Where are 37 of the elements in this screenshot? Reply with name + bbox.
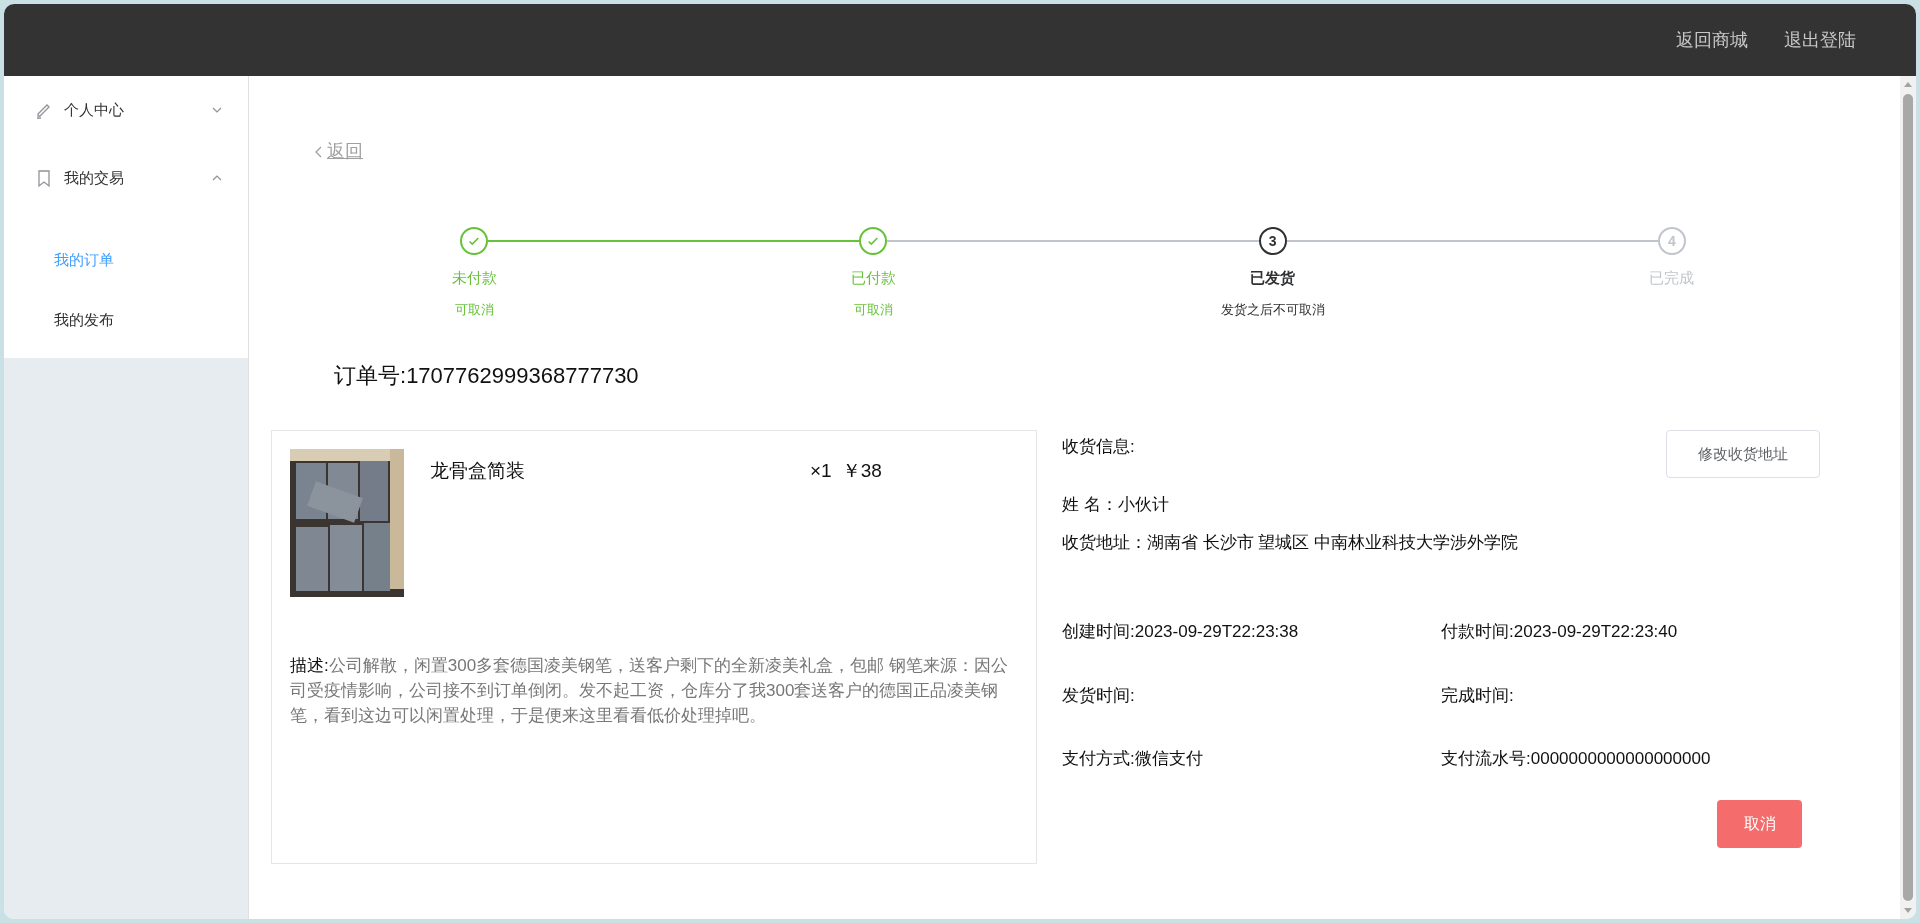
step-description: 发货之后不可取消 bbox=[1220, 300, 1325, 319]
menu-group[interactable]: 个人中心 bbox=[4, 76, 248, 144]
step-title: 已发货 bbox=[1250, 268, 1296, 288]
detail-label: 支付流水号: bbox=[1441, 748, 1531, 770]
menu-item[interactable]: 我的发布 bbox=[4, 290, 248, 350]
order-number: 1707762999368777730 bbox=[406, 362, 639, 390]
detail-label: 发货时间: bbox=[1062, 684, 1135, 707]
detail-label: 创建时间: bbox=[1062, 621, 1135, 643]
detail-value: 微信支付 bbox=[1134, 748, 1203, 770]
step-description: 可取消 bbox=[853, 300, 893, 319]
step-description: 可取消 bbox=[454, 300, 494, 319]
recipient-name: 姓 名：小伙计 bbox=[1062, 494, 1170, 516]
product-description: 描述:公司解散，闲置300多套德国凌美钢笔，送客户剩下的全新凌美礼盒，包邮 钢笔来源：因公司受疫情影响，公司接不到订单倒闭。发不起工资，仓库分了我300套送客户的德国正品凌美钢笔，看到这边可以闲置处理，于是便来这里看看低价处理掉吧。 bbox=[290, 655, 1009, 727]
scroll-down-icon[interactable] bbox=[1903, 907, 1913, 915]
header-link[interactable]: 退出登陆 bbox=[1784, 26, 1856, 54]
edit-address-button[interactable]: 修改收货地址 bbox=[1666, 430, 1820, 478]
order-number-label: 订单号: bbox=[334, 362, 407, 390]
section-title: 收货信息: bbox=[1062, 436, 1135, 458]
step-title: 已付款 bbox=[850, 268, 896, 288]
detail-label: 完成时间: bbox=[1441, 684, 1514, 707]
menu-label: 个人中心 bbox=[64, 99, 125, 120]
detail-label: 付款时间: bbox=[1441, 621, 1514, 643]
shipping-address: 收货地址：湖南省 长沙市 望城区 中南林业科技大学涉外学院 bbox=[1062, 531, 1520, 554]
product-quantity: ×1 bbox=[810, 459, 832, 483]
detail-value: 2023-09-29T22:23:40 bbox=[1513, 621, 1678, 643]
product-name: 龙骨盒简装 bbox=[430, 459, 526, 483]
menu-group[interactable]: 我的交易 bbox=[4, 144, 248, 212]
header-link[interactable]: 返回商城 bbox=[1676, 26, 1748, 54]
step-title: 已完成 bbox=[1649, 268, 1695, 288]
menu-label: 我的交易 bbox=[64, 167, 125, 188]
detail-value: 0000000000000000000 bbox=[1530, 748, 1711, 770]
product-price: ￥38 bbox=[841, 459, 882, 483]
step-title: 未付款 bbox=[451, 268, 497, 288]
detail-label: 支付方式: bbox=[1062, 748, 1135, 770]
detail-value: 2023-09-29T22:23:38 bbox=[1134, 621, 1299, 643]
scrollbar-thumb[interactable] bbox=[1903, 94, 1913, 901]
scroll-up-icon[interactable] bbox=[1903, 80, 1913, 88]
